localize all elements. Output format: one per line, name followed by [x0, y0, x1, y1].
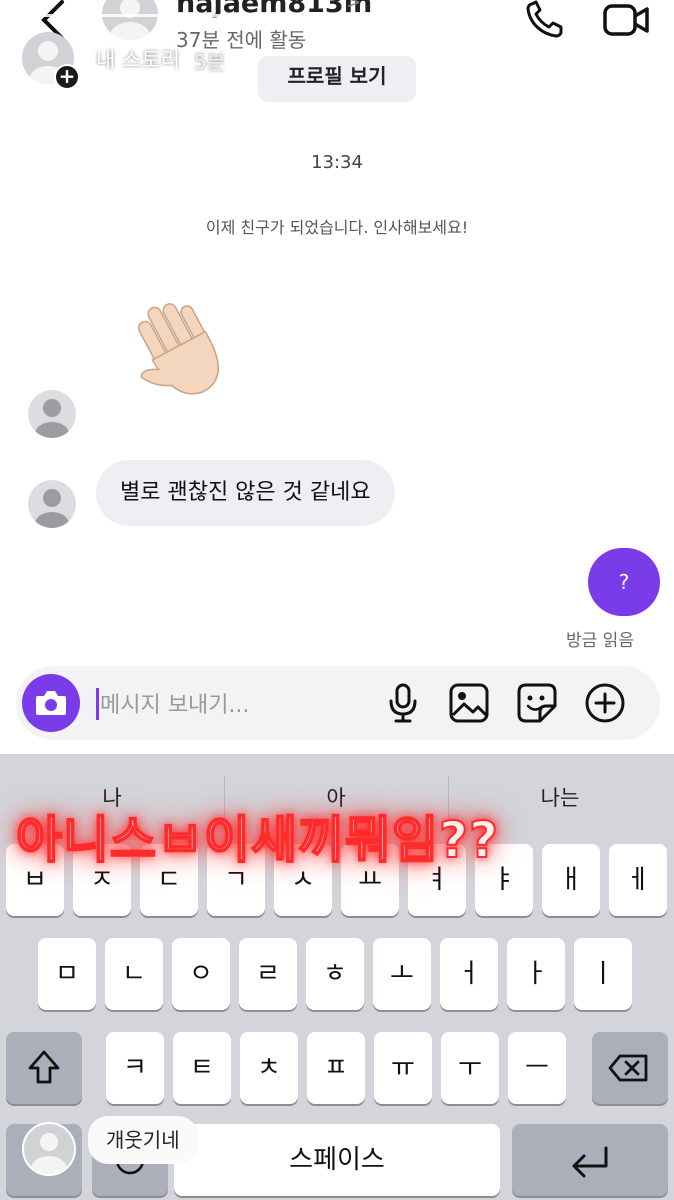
- key[interactable]: ㅐ: [542, 844, 600, 916]
- story-overlay-text: 아니스ㅂ이새끼뭐임??: [15, 810, 500, 870]
- read-receipt: 방금 읽음: [566, 631, 634, 651]
- key[interactable]: ㅜ: [441, 1032, 499, 1104]
- key[interactable]: ㄹ: [239, 938, 297, 1010]
- chat-partner-avatar[interactable]: [102, 0, 158, 40]
- microphone-icon[interactable]: [382, 682, 424, 724]
- story-timestamp: 5분: [194, 50, 226, 74]
- phone-call-icon[interactable]: [524, 0, 566, 40]
- return-icon: [572, 1146, 608, 1178]
- key[interactable]: ㅍ: [307, 1032, 365, 1104]
- key[interactable]: ㅓ: [440, 938, 498, 1010]
- close-icon[interactable]: [620, 38, 660, 78]
- key[interactable]: ㄴ: [105, 938, 163, 1010]
- space-key[interactable]: 스페이스: [174, 1124, 500, 1196]
- message-timestamp: 13:34: [311, 152, 363, 173]
- key[interactable]: ㅊ: [240, 1032, 298, 1104]
- text-cursor: [96, 688, 99, 720]
- view-profile-button[interactable]: 프로필 보기: [258, 56, 416, 102]
- video-call-icon[interactable]: [602, 2, 650, 38]
- comment-bubble: 개웃기네: [88, 1116, 198, 1164]
- return-key[interactable]: [512, 1124, 668, 1196]
- add-story-plus-icon[interactable]: +: [54, 64, 80, 90]
- key[interactable]: ㅌ: [173, 1032, 231, 1104]
- commenter-avatar[interactable]: [22, 1122, 76, 1176]
- outgoing-message-bubble[interactable]: ?: [588, 548, 660, 616]
- chat-partner-avatar-small[interactable]: [28, 480, 76, 528]
- username-chevron-icon: >: [346, 0, 362, 13]
- gallery-image-icon[interactable]: [448, 682, 490, 724]
- key[interactable]: ㅏ: [507, 938, 565, 1010]
- key[interactable]: ㅗ: [373, 938, 431, 1010]
- shift-icon: [28, 1050, 60, 1084]
- key[interactable]: ㅠ: [374, 1032, 432, 1104]
- message-input[interactable]: [100, 688, 360, 722]
- shift-key[interactable]: [6, 1032, 82, 1104]
- key[interactable]: ㅡ: [508, 1032, 566, 1104]
- add-plus-icon[interactable]: [584, 682, 626, 724]
- key[interactable]: ㅔ: [609, 844, 667, 916]
- backspace-icon: [608, 1054, 648, 1082]
- key[interactable]: ㅎ: [306, 938, 364, 1010]
- system-message: 이제 친구가 되었습니다. 인사해보세요!: [205, 218, 469, 237]
- backspace-key[interactable]: [592, 1032, 668, 1104]
- incoming-message-bubble[interactable]: 별로 괜찮진 않은 것 같네요: [96, 460, 395, 526]
- sticker-icon[interactable]: [516, 682, 558, 724]
- key[interactable]: ㅣ: [574, 938, 632, 1010]
- chat-partner-avatar-small[interactable]: [28, 390, 76, 438]
- key[interactable]: ㅋ: [106, 1032, 164, 1104]
- key[interactable]: ㅁ: [38, 938, 96, 1010]
- key[interactable]: ㅇ: [172, 938, 230, 1010]
- waving-hand-icon: [137, 303, 219, 395]
- story-owner-name: 내 스토리: [96, 48, 180, 72]
- camera-icon: [36, 691, 66, 715]
- story-progress-bar: [14, 14, 404, 17]
- camera-button[interactable]: [22, 674, 80, 732]
